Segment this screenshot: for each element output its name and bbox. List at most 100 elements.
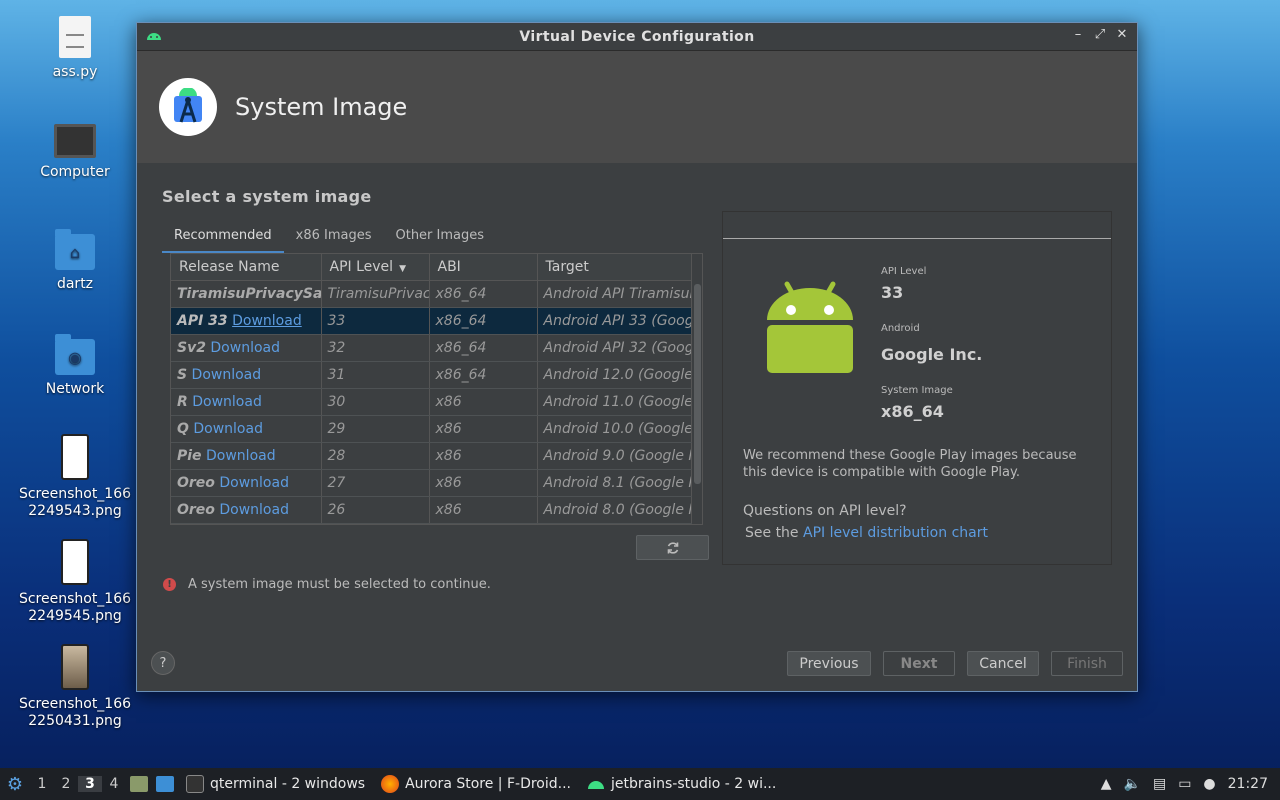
desktop-icon-screenshot-2[interactable]: Screenshot_166 2249545.png	[15, 539, 135, 625]
window-title: Virtual Device Configuration	[519, 28, 755, 45]
table-row[interactable]: API 33 Download 33 x86_64 Android API 33 (G…	[171, 307, 692, 335]
title-bar[interactable]: Virtual Device Configuration – ⤢ ✕	[137, 23, 1137, 51]
network-icon[interactable]: ▭	[1178, 776, 1191, 792]
computer-icon	[54, 124, 96, 158]
sort-descending-icon: ▼	[399, 263, 406, 274]
network-folder-icon: ◉	[55, 334, 95, 375]
cell-abi: x86_64	[429, 361, 538, 389]
error-message: A system image must be selected to conti…	[188, 577, 491, 592]
release-name: Sv2	[177, 339, 206, 356]
desktop-icon-label: Computer	[40, 164, 110, 180]
download-link[interactable]: Download	[192, 394, 262, 410]
api-distribution-chart-link[interactable]: API level distribution chart	[803, 525, 988, 541]
notification-icon[interactable]: ●	[1203, 776, 1215, 792]
cell-release-name: Oreo Download	[171, 469, 322, 497]
cell-release-name: Oreo Download	[171, 496, 322, 524]
workspace-3[interactable]: 3	[78, 776, 102, 792]
image-file-icon	[61, 539, 89, 585]
download-link[interactable]: Download	[206, 448, 276, 464]
release-name: R	[177, 393, 188, 410]
clipboard-icon[interactable]: ▤	[1153, 776, 1166, 792]
cell-abi: x86	[429, 442, 538, 470]
cell-abi: x86_64	[429, 307, 538, 335]
system-tray: ▲ 🔈 ▤ ▭ ● 21:27	[1095, 768, 1280, 800]
start-menu-icon[interactable]: ⚙	[0, 768, 30, 800]
task-qterminal[interactable]: qterminal - 2 windows	[178, 768, 373, 800]
android-robot-icon	[767, 281, 853, 373]
desktop-icon-dartz[interactable]: ⌂ dartz	[15, 229, 135, 293]
image-tabs: Recommended x86 Images Other Images	[162, 225, 496, 253]
desktop-icon-ass-py[interactable]: ass.py	[15, 16, 135, 81]
column-header-abi[interactable]: ABI	[429, 254, 538, 281]
android-studio-logo	[159, 78, 217, 136]
table-row[interactable]: Sv2 Download32x86_64Android API 32 (Goog…	[171, 334, 692, 362]
cell-target: Android 11.0 (Google Play)	[537, 388, 692, 416]
table-row[interactable]: R Download30x86Android 11.0 (Google Play…	[171, 388, 692, 416]
release-name: S	[177, 366, 188, 383]
task-aurora-store[interactable]: Aurora Store | F-Droid...	[373, 768, 579, 800]
download-link[interactable]: Download	[192, 367, 262, 383]
download-link[interactable]: Download	[219, 475, 289, 491]
cell-api-level: 26	[321, 496, 430, 524]
close-icon[interactable]: ✕	[1115, 27, 1129, 42]
image-file-icon	[61, 644, 89, 690]
table-row[interactable]: TiramisuPrivacySandboxTiramisuPrivacySan…	[171, 280, 692, 308]
cell-target: Android 10.0 (Google Play)	[537, 415, 692, 443]
release-name: Pie	[177, 447, 202, 464]
refresh-button[interactable]	[636, 535, 709, 560]
error-icon: !	[163, 578, 176, 591]
virtual-device-configuration-dialog: Virtual Device Configuration – ⤢ ✕ Syste…	[136, 22, 1138, 692]
tab-recommended[interactable]: Recommended	[162, 225, 284, 253]
wizard-footer: ? Previous Next Cancel Finish	[137, 645, 1137, 691]
volume-icon[interactable]: 🔈	[1124, 776, 1141, 792]
cell-release-name: TiramisuPrivacySandbox	[171, 280, 322, 308]
tray-arrow-icon[interactable]: ▲	[1101, 776, 1112, 792]
download-link[interactable]: Download	[210, 340, 280, 356]
show-desktop-icon[interactable]	[156, 776, 174, 792]
desktop-icon-network[interactable]: ◉ Network	[15, 334, 135, 398]
cell-abi: x86	[429, 388, 538, 416]
cell-target: Android API 32 (Google Play)	[537, 334, 692, 362]
api-level-value: 33	[881, 283, 904, 302]
clock[interactable]: 21:27	[1228, 776, 1268, 792]
tab-other-images[interactable]: Other Images	[383, 225, 496, 253]
desktop-icon-computer[interactable]: Computer	[15, 124, 135, 181]
android-label: Android	[881, 323, 920, 334]
column-header-release-name[interactable]: Release Name	[171, 254, 322, 281]
file-manager-launcher-icon[interactable]	[130, 776, 148, 792]
column-header-api-level[interactable]: API Level ▼	[321, 254, 430, 281]
download-link[interactable]: Download	[232, 313, 302, 329]
restore-icon[interactable]: ⤢	[1093, 27, 1107, 42]
tab-x86-images[interactable]: x86 Images	[284, 225, 384, 253]
desktop-icon-screenshot-1[interactable]: Screenshot_166 2249543.png	[15, 434, 135, 520]
cell-release-name: Q Download	[171, 415, 322, 443]
workspace-1[interactable]: 1	[30, 776, 54, 792]
finish-button[interactable]: Finish	[1051, 651, 1123, 676]
system-image-table: Release Name API Level ▼ ABI Target Tiram…	[170, 253, 703, 525]
next-button[interactable]: Next	[883, 651, 955, 676]
table-row[interactable]: S Download31x86_64Android 12.0 (Google P…	[171, 361, 692, 389]
column-header-target[interactable]: Target	[537, 254, 692, 281]
download-link[interactable]: Download	[219, 502, 289, 518]
cell-api-level: 33	[321, 307, 430, 335]
see-prefix: See the	[745, 525, 803, 541]
table-row[interactable]: Q Download29x86Android 10.0 (Google Play…	[171, 415, 692, 443]
table-row[interactable]: Pie Download28x86Android 9.0 (Google Pla…	[171, 442, 692, 470]
table-scrollbar[interactable]	[694, 284, 701, 484]
workspace-4[interactable]: 4	[102, 776, 126, 792]
cell-api-level: 32	[321, 334, 430, 362]
workspace-2[interactable]: 2	[54, 776, 78, 792]
cancel-button[interactable]: Cancel	[967, 651, 1039, 676]
table-row[interactable]: Oreo Download26x86Android 8.0 (Google Pl…	[171, 496, 692, 524]
help-button[interactable]: ?	[151, 651, 175, 675]
desktop-icon-screenshot-3[interactable]: Screenshot_166 2250431.png	[15, 644, 135, 730]
previous-button[interactable]: Previous	[787, 651, 871, 676]
desktop-icon-label-line2: 2249543.png	[28, 503, 122, 519]
cell-abi: x86	[429, 415, 538, 443]
download-link[interactable]: Download	[193, 421, 263, 437]
minimize-icon[interactable]: –	[1071, 27, 1085, 42]
task-jetbrains-studio[interactable]: jetbrains-studio - 2 wi...	[579, 768, 784, 800]
table-row[interactable]: Oreo Download27x86Android 8.1 (Google Pl…	[171, 469, 692, 497]
api-chart-hint: See the API level distribution chart	[745, 525, 988, 541]
cell-api-level: TiramisuPrivacySandbox	[321, 280, 430, 308]
